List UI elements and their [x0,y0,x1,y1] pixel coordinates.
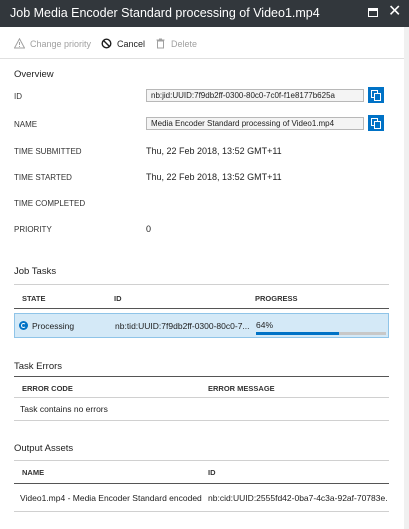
priority-value: 0 [146,224,152,234]
column-header-asset-id[interactable]: ID [208,468,216,477]
id-field[interactable]: nb:jid:UUID:7f9db2ff-0300-80c0-7c0f-f1e8… [146,89,364,102]
column-header-name[interactable]: NAME [22,468,44,477]
output-assets-heading: Output Assets [14,443,74,454]
asset-name[interactable]: Video1.mp4 - Media Encoder Standard enco… [20,493,204,503]
blade-title-bar: Job Media Encoder Standard processing of… [0,0,409,27]
column-header-state[interactable]: STATE [22,294,45,303]
command-bar: Change priority Cancel Delete [0,27,409,59]
column-header-id[interactable]: ID [114,294,122,303]
task-progress-text: 64% [256,320,274,330]
divider [14,376,389,377]
asset-id: nb:cid:UUID:2555fd42-0ba7-4c3a-92af-7078… [208,493,388,503]
time-submitted-value: Thu, 22 Feb 2018, 13:52 GMT+11 [146,146,282,156]
copy-id-button[interactable] [368,87,384,103]
name-label: NAME [14,120,38,129]
time-started-label: TIME STARTED [14,173,72,182]
overview-heading: Overview [14,69,54,80]
task-id: nb:tid:UUID:7f9db2ff-0300-80c0-7... [115,321,250,331]
divider [14,460,389,461]
name-field[interactable]: Media Encoder Standard processing of Vid… [146,117,364,130]
processing-spinner-icon [19,321,28,330]
time-started-value: Thu, 22 Feb 2018, 13:52 GMT+11 [146,172,282,182]
task-state: Processing [32,321,75,331]
column-header-error-message[interactable]: ERROR MESSAGE [208,384,275,393]
table-row[interactable]: Processing nb:tid:UUID:7f9db2ff-0300-80c… [14,313,389,338]
close-button[interactable]: ✕ [388,1,402,20]
warning-triangle-icon [14,38,25,49]
trash-icon [156,38,165,49]
change-priority-label: Change priority [30,39,92,49]
maximize-icon [368,8,378,17]
table-header-divider [14,483,389,484]
blade-title: Job Media Encoder Standard processing of… [10,6,320,20]
divider [14,397,389,398]
time-submitted-label: TIME SUBMITTED [14,147,82,156]
copy-name-button[interactable] [368,115,384,131]
cancel-label: Cancel [117,39,146,49]
column-header-error-code[interactable]: ERROR CODE [22,384,73,393]
column-header-progress[interactable]: PROGRESS [255,294,298,303]
task-progress-fill [256,332,340,335]
divider [14,420,389,421]
maximize-button[interactable] [366,5,380,19]
divider [14,511,389,512]
vertical-scrollbar[interactable] [404,27,409,529]
table-header-divider [14,308,389,309]
close-icon: ✕ [388,1,402,20]
no-errors-text: Task contains no errors [20,404,108,414]
task-errors-heading: Task Errors [14,361,63,372]
divider [14,284,389,285]
priority-label: PRIORITY [14,225,52,234]
cancel-circle-icon [101,38,112,49]
task-progress-bar [256,332,386,335]
id-label: ID [14,92,22,101]
delete-label: Delete [171,39,198,49]
time-completed-label: TIME COMPLETED [14,199,86,208]
job-tasks-heading: Job Tasks [14,266,57,277]
